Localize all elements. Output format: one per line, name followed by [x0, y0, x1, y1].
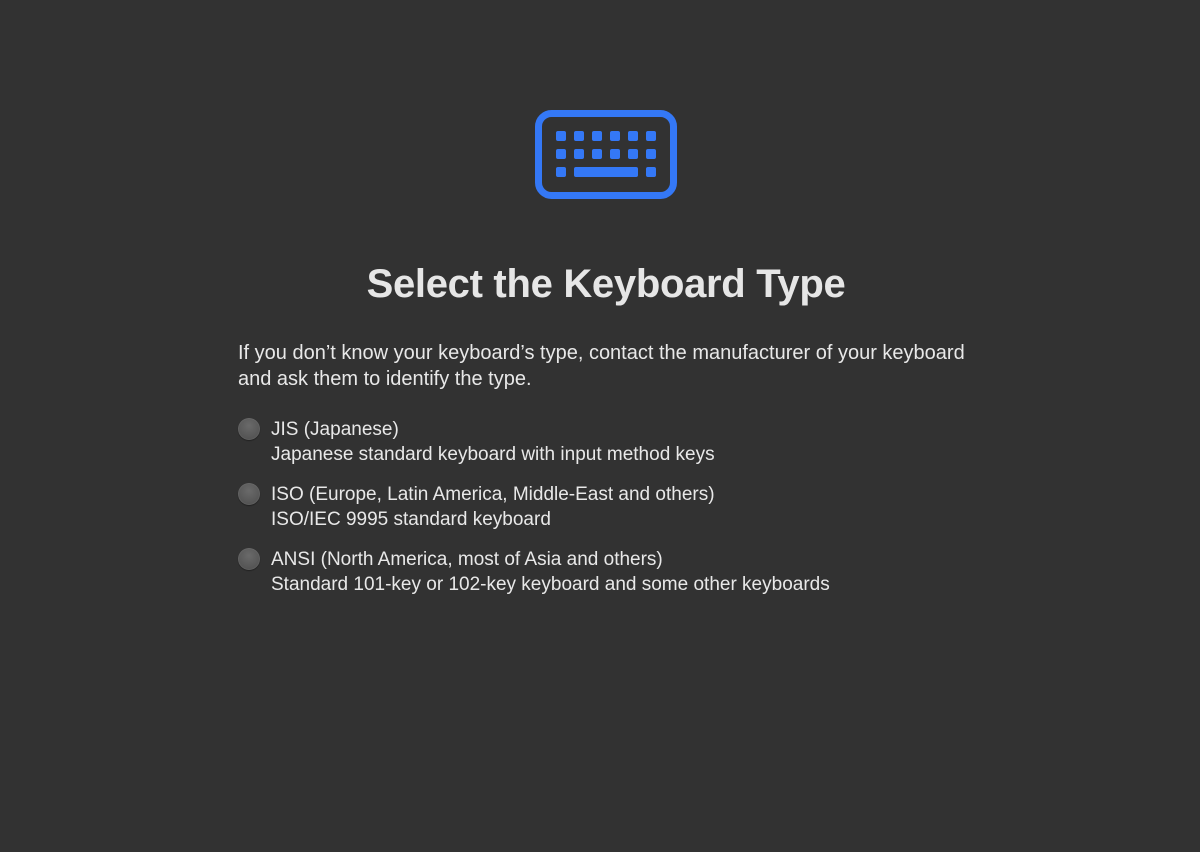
option-iso-text[interactable]: ISO (Europe, Latin America, Middle-East … — [271, 482, 715, 532]
option-detail: ISO/IEC 9995 standard keyboard — [271, 509, 551, 530]
option-jis[interactable]: JIS (Japanese) Japanese standard keyboar… — [238, 417, 998, 482]
instructions-text: If you don’t know your keyboard’s type, … — [238, 342, 965, 390]
option-label: ISO (Europe, Latin America, Middle-East … — [271, 484, 715, 505]
option-jis-text[interactable]: JIS (Japanese) Japanese standard keyboar… — [271, 417, 715, 467]
radio-button-iso[interactable] — [238, 483, 260, 505]
page-title: Select the Keyboard Type — [366, 262, 846, 306]
keyboard-type-options: JIS (Japanese) Japanese standard keyboar… — [238, 417, 998, 612]
option-iso[interactable]: ISO (Europe, Latin America, Middle-East … — [238, 482, 998, 547]
option-detail: Standard 101-key or 102-key keyboard and… — [271, 574, 830, 595]
option-label: JIS (Japanese) — [271, 419, 399, 440]
option-ansi-text[interactable]: ANSI (North America, most of Asia and ot… — [271, 547, 830, 597]
option-label: ANSI (North America, most of Asia and ot… — [271, 549, 663, 570]
radio-button-ansi[interactable] — [238, 548, 260, 570]
keyboard-setup-page: Select the Keyboard Type If you don’t kn… — [0, 0, 1200, 852]
keyboard-icon — [535, 110, 677, 199]
option-detail: Japanese standard keyboard with input me… — [271, 444, 715, 465]
option-ansi[interactable]: ANSI (North America, most of Asia and ot… — [238, 547, 998, 612]
radio-button-jis[interactable] — [238, 418, 260, 440]
